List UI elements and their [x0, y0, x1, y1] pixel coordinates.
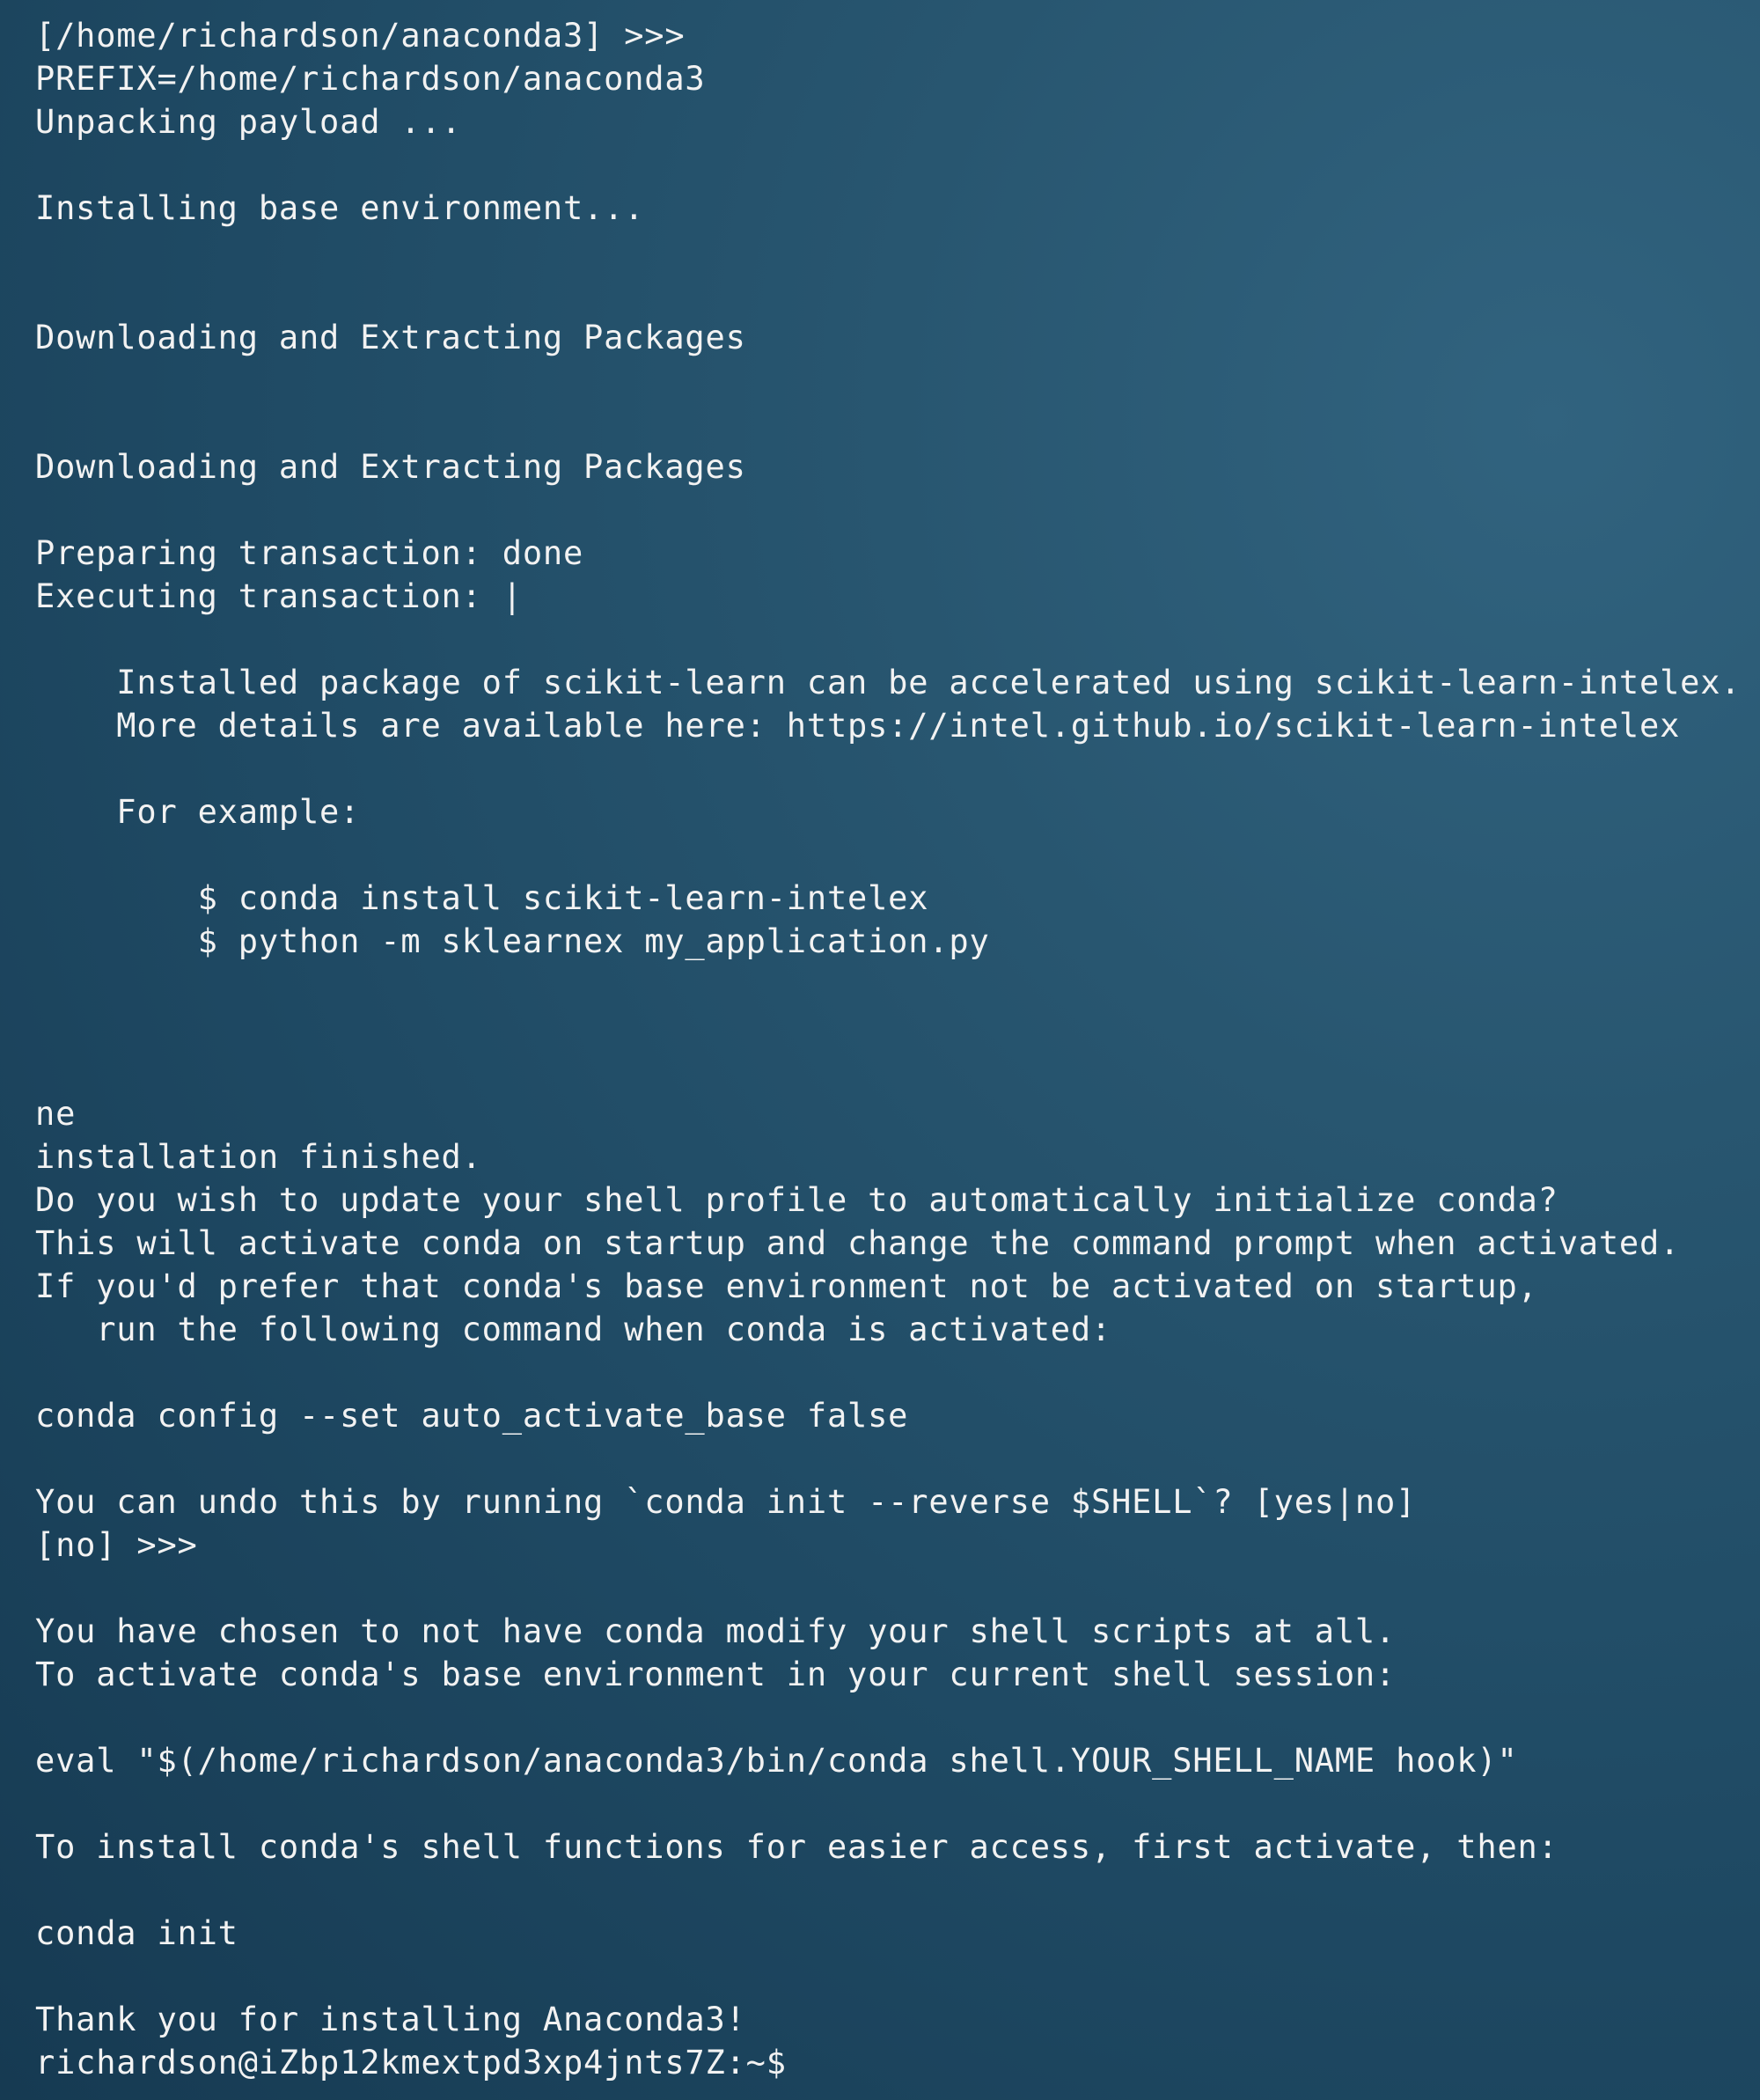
- terminal-line: Preparing transaction: done: [35, 534, 584, 572]
- terminal-line: For example:: [35, 793, 361, 831]
- terminal-line: Installing base environment...: [35, 189, 645, 227]
- shell-prompt[interactable]: richardson@iZbp12kmextpd3xp4jnts7Z:~$: [35, 2041, 1760, 2084]
- terminal-line: You have chosen to not have conda modify…: [35, 1612, 1397, 1650]
- terminal-line: $ python -m sklearnex my_application.py: [35, 922, 990, 960]
- terminal-line: Unpacking payload ...: [35, 103, 462, 141]
- terminal-line: Installed package of scikit-learn can be…: [35, 664, 1742, 701]
- terminal-line: To activate conda's base environment in …: [35, 1656, 1397, 1693]
- terminal-line: Thank you for installing Anaconda3!: [35, 2001, 746, 2038]
- terminal-line: Executing transaction: |: [35, 577, 523, 615]
- terminal-line: [no] >>>: [35, 1526, 198, 1564]
- terminal-line: [/home/richardson/anaconda3] >>>: [35, 17, 686, 55]
- terminal-line: Downloading and Extracting Packages: [35, 448, 746, 486]
- terminal-line: Downloading and Extracting Packages: [35, 319, 746, 356]
- terminal-line: If you'd prefer that conda's base enviro…: [35, 1267, 1538, 1305]
- terminal-line: conda config --set auto_activate_base fa…: [35, 1397, 909, 1435]
- terminal-line: This will activate conda on startup and …: [35, 1224, 1681, 1262]
- terminal-line: PREFIX=/home/richardson/anaconda3: [35, 60, 706, 98]
- terminal-line: You can undo this by running `conda init…: [35, 1483, 1417, 1521]
- terminal-line: $ conda install scikit-learn-intelex: [35, 879, 929, 917]
- terminal-window[interactable]: [/home/richardson/anaconda3] >>> PREFIX=…: [0, 0, 1760, 2100]
- terminal-line: ne: [35, 1095, 77, 1133]
- terminal-line: eval "$(/home/richardson/anaconda3/bin/c…: [35, 1742, 1518, 1780]
- terminal-line: More details are available here: https:/…: [35, 707, 1681, 745]
- terminal-line: installation finished.: [35, 1138, 482, 1176]
- terminal-line: Do you wish to update your shell profile…: [35, 1181, 1558, 1219]
- terminal-line: conda init: [35, 1914, 238, 1952]
- terminal-line: run the following command when conda is …: [35, 1311, 1112, 1348]
- terminal-line: To install conda's shell functions for e…: [35, 1828, 1558, 1866]
